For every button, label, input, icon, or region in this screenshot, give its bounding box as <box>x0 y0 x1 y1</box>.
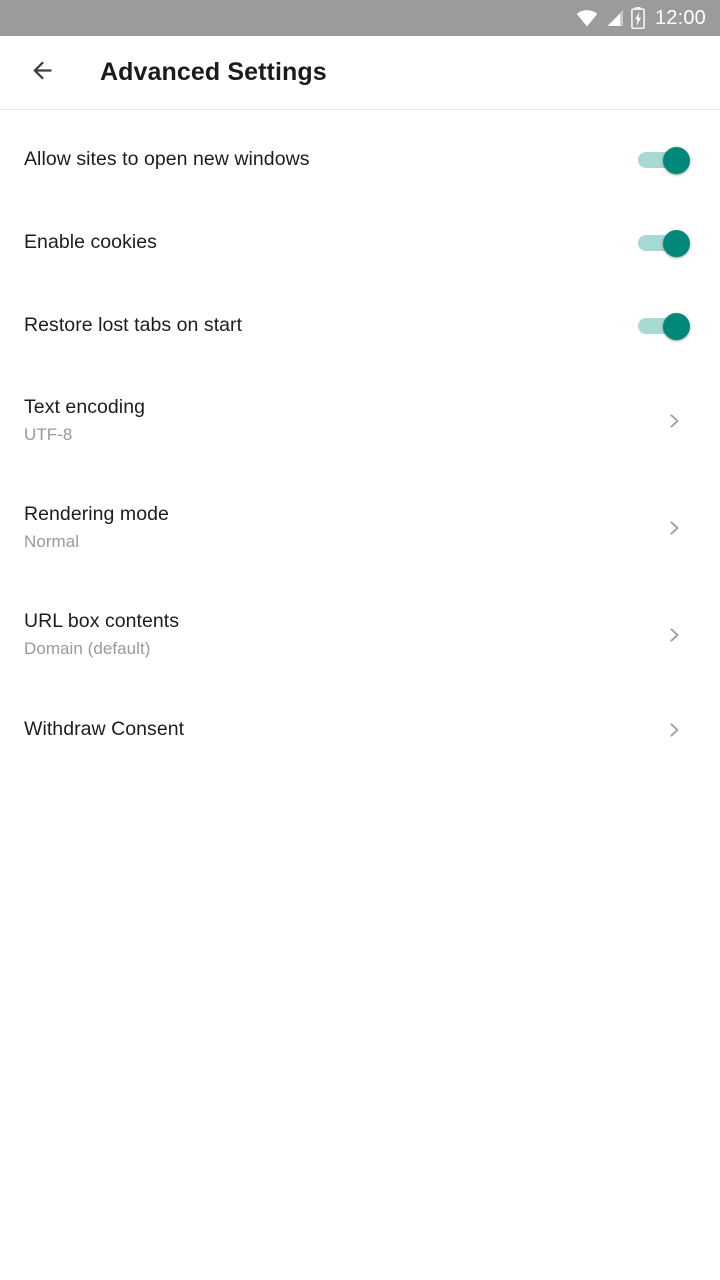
chevron-right-icon <box>660 716 688 744</box>
row-texts: URL box contents Domain (default) <box>24 609 660 660</box>
setting-row-allow-new-windows[interactable]: Allow sites to open new windows <box>0 118 720 201</box>
setting-title: Allow sites to open new windows <box>24 148 310 170</box>
setting-subtitle: Domain (default) <box>24 639 151 658</box>
chevron-right-icon <box>660 407 688 435</box>
setting-title: Withdraw Consent <box>24 718 185 740</box>
row-texts: Enable cookies <box>24 230 638 255</box>
wifi-icon <box>576 9 598 27</box>
setting-row-restore-lost-tabs[interactable]: Restore lost tabs on start <box>0 284 720 367</box>
setting-title: Rendering mode <box>24 503 169 525</box>
switch-thumb <box>663 229 690 257</box>
setting-row-url-box-contents[interactable]: URL box contents Domain (default) <box>0 581 720 688</box>
row-texts: Allow sites to open new windows <box>24 147 638 172</box>
arrow-left-icon <box>29 57 56 89</box>
setting-row-rendering-mode[interactable]: Rendering mode Normal <box>0 474 720 581</box>
switch-thumb <box>663 312 690 340</box>
setting-subtitle: Normal <box>24 532 80 551</box>
row-texts: Withdraw Consent <box>24 717 660 742</box>
page-title: Advanced Settings <box>100 58 327 86</box>
back-button[interactable] <box>14 45 70 101</box>
setting-title: Restore lost tabs on start <box>24 314 243 336</box>
chevron-right-icon <box>660 514 688 542</box>
row-texts: Text encoding UTF-8 <box>24 395 660 446</box>
cell-signal-icon <box>605 9 624 27</box>
setting-title: Text encoding <box>24 396 145 418</box>
status-bar: 12:00 <box>0 0 720 36</box>
setting-title: URL box contents <box>24 610 180 632</box>
setting-row-enable-cookies[interactable]: Enable cookies <box>0 201 720 284</box>
app-bar: Advanced Settings <box>0 36 720 110</box>
status-clock: 12:00 <box>654 7 706 29</box>
switch-enable-cookies[interactable] <box>638 228 690 258</box>
settings-list: Allow sites to open new windows Enable c… <box>0 110 720 771</box>
battery-charging-icon <box>630 7 645 29</box>
switch-allow-new-windows[interactable] <box>638 145 690 175</box>
switch-thumb <box>663 146 690 174</box>
setting-subtitle: UTF-8 <box>24 425 73 444</box>
row-texts: Rendering mode Normal <box>24 502 660 553</box>
setting-row-text-encoding[interactable]: Text encoding UTF-8 <box>0 367 720 474</box>
chevron-right-icon <box>660 621 688 649</box>
setting-row-withdraw-consent[interactable]: Withdraw Consent <box>0 688 720 771</box>
row-texts: Restore lost tabs on start <box>24 313 638 338</box>
switch-restore-lost-tabs[interactable] <box>638 311 690 341</box>
setting-title: Enable cookies <box>24 231 157 253</box>
